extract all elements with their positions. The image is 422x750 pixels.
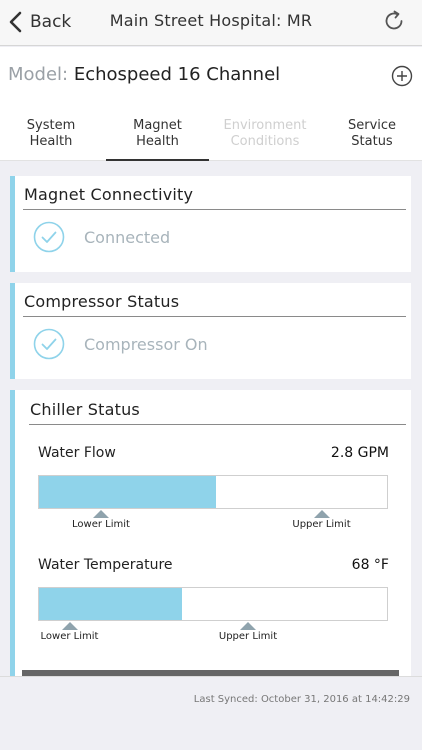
card-title: Chiller Status xyxy=(30,400,140,419)
refresh-icon[interactable] xyxy=(382,9,406,33)
add-icon[interactable] xyxy=(391,65,413,87)
water-flow-label: Water Flow xyxy=(38,445,116,461)
footer: Last Synced: October 31, 2016 at 14:42:2… xyxy=(0,676,422,750)
model-label: Model: xyxy=(8,64,69,85)
tab-label: Environment Conditions xyxy=(223,118,307,149)
chiller-status-card: Chiller Status Water Flow 2.8 GPM Lower … xyxy=(10,390,411,676)
status-row: Connected xyxy=(33,221,170,253)
check-circle-icon xyxy=(33,221,65,253)
upper-limit-label: Upper Limit xyxy=(218,631,278,642)
water-flow-gauge xyxy=(38,475,388,509)
water-temperature-fill xyxy=(39,588,182,620)
lower-limit-marker xyxy=(93,510,109,518)
last-synced-text: Last Synced: October 31, 2016 at 14:42:2… xyxy=(193,694,410,705)
card-title: Compressor Status xyxy=(24,292,180,311)
lower-limit-label: Lower Limit xyxy=(40,631,99,642)
navigation-bar: Back Main Street Hospital: MR xyxy=(0,0,422,46)
model-row: Model: Echospeed 16 Channel xyxy=(0,47,422,107)
compressor-status-card: Compressor Status Compressor On xyxy=(10,283,411,379)
tab-environment-conditions: Environment Conditions xyxy=(212,107,318,161)
connectivity-status: Connected xyxy=(84,227,171,247)
card-title: Magnet Connectivity xyxy=(24,185,194,204)
model-info: Model: Echospeed 16 Channel xyxy=(8,64,280,85)
check-circle-icon xyxy=(33,328,65,360)
compressor-status: Compressor On xyxy=(84,334,208,354)
magnet-connectivity-card: Magnet Connectivity Connected xyxy=(10,176,411,272)
divider xyxy=(29,424,406,425)
upper-limit-marker xyxy=(313,510,330,518)
water-temperature-gauge xyxy=(38,587,388,621)
upper-limit-label: Upper Limit xyxy=(292,519,351,530)
tab-label: Service Status xyxy=(347,118,397,149)
tab-magnet-health[interactable]: Magnet Health xyxy=(106,107,209,161)
water-temperature-value: 68 °F xyxy=(351,557,389,573)
model-value: Echospeed 16 Channel xyxy=(73,64,281,85)
water-flow-fill xyxy=(39,476,217,508)
water-temperature-label: Water Temperature xyxy=(38,557,173,573)
status-row: Compressor On xyxy=(33,328,208,360)
tab-bar: System Health Magnet Health Environment … xyxy=(0,107,422,161)
tab-system-health[interactable]: System Health xyxy=(0,107,102,161)
divider xyxy=(23,316,406,317)
upper-limit-marker xyxy=(240,622,256,630)
divider xyxy=(23,209,406,210)
page-title: Main Street Hospital: MR xyxy=(109,11,313,30)
lower-limit-label: Lower Limit xyxy=(72,519,130,530)
tab-service-status[interactable]: Service Status xyxy=(322,107,422,161)
tab-label: Magnet Health xyxy=(133,118,182,149)
water-flow-value: 2.8 GPM xyxy=(330,445,389,461)
lower-limit-marker xyxy=(61,622,78,630)
tab-label: System Health xyxy=(26,118,76,149)
